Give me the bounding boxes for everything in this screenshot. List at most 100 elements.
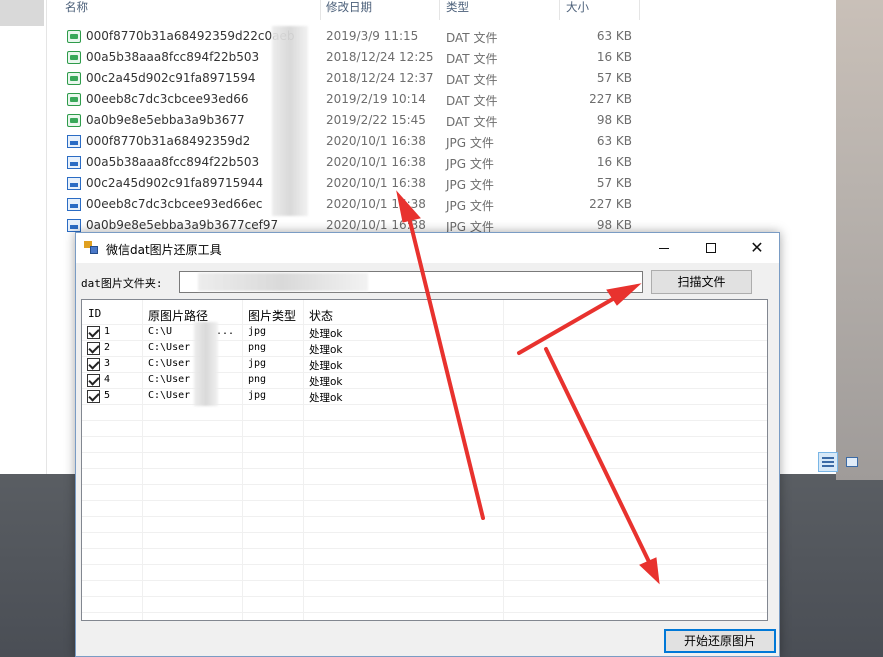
navigation-pane[interactable]: [0, 0, 47, 474]
file-row[interactable]: 00c2a45d902c91fa8971594 2018/12/24 12:37 D…: [63, 68, 640, 89]
row-status: 处理ok: [309, 360, 343, 372]
file-name: 000f8770b31a68492359d22c0aeb: [86, 29, 295, 43]
row-checkbox[interactable]: [87, 374, 100, 387]
file-type: DAT 文件: [446, 31, 498, 45]
grid-header-type[interactable]: 图片类型: [248, 307, 296, 324]
file-size: 57 KB: [596, 71, 632, 85]
grid-row-line: [82, 612, 767, 613]
grid-row-line: [82, 548, 767, 549]
file-date: 2019/2/22 15:45: [326, 113, 426, 127]
column-header-date[interactable]: 修改日期: [326, 0, 372, 20]
results-grid[interactable]: ID 原图片路径 图片类型 状态 1 C:\U... jpg 处理ok 2 C:\User…: [81, 299, 768, 621]
start-restore-button[interactable]: 开始还原图片: [664, 629, 776, 653]
column-header-size[interactable]: 大小: [566, 0, 589, 20]
file-row[interactable]: 00eeb8c7dc3cbcee93ed66 2019/2/19 10:14 DAT…: [63, 89, 640, 110]
maximize-button[interactable]: [688, 233, 734, 263]
dat-file-icon: [67, 114, 81, 127]
grid-row-line: [82, 596, 767, 597]
file-date: 2020/10/1 16:38: [326, 134, 426, 148]
file-name: 000f8770b31a68492359d2: [86, 134, 251, 148]
grid-row[interactable]: 2 C:\User png 处理ok: [82, 340, 767, 356]
file-date: 2020/10/1 16:38: [326, 218, 426, 232]
row-type: jpg: [248, 358, 267, 369]
file-size: 63 KB: [596, 134, 632, 148]
grid-row-line: [82, 500, 767, 501]
grid-row-line: [82, 564, 767, 565]
large-icons-view-button[interactable]: [842, 452, 862, 472]
grid-header-id[interactable]: ID: [88, 307, 101, 320]
row-type: png: [248, 342, 267, 353]
file-date: 2020/10/1 16:38: [326, 197, 426, 211]
minimize-icon: [659, 248, 669, 249]
row-status: 处理ok: [309, 376, 343, 388]
title-bar[interactable]: 微信dat图片还原工具 ✕: [76, 233, 779, 263]
file-row[interactable]: 00eeb8c7dc3cbcee93ed66ec 2020/10/1 16:38 J…: [63, 194, 640, 215]
row-status: 处理ok: [309, 392, 343, 404]
file-type: JPG 文件: [446, 136, 494, 150]
file-row[interactable]: 00c2a45d902c91fa89715944 2020/10/1 16:38 J…: [63, 173, 640, 194]
grid-row[interactable]: 4 C:\User png 处理ok: [82, 372, 767, 388]
privacy-blur: [272, 26, 308, 216]
large-icons-view-icon: [846, 457, 858, 467]
dat-restore-tool-window: 微信dat图片还原工具 ✕ dat图片文件夹: 扫描文件 ID 原图片路径 图片…: [75, 232, 780, 657]
file-size: 98 KB: [596, 113, 632, 127]
desktop-wallpaper-edge: [836, 0, 883, 480]
file-row[interactable]: 000f8770b31a68492359d22c0aeb 2019/3/9 11:…: [63, 26, 640, 47]
row-path: C:\User: [148, 390, 191, 401]
file-type: DAT 文件: [446, 73, 498, 87]
jpg-file-icon: [67, 177, 81, 190]
scan-files-button[interactable]: 扫描文件: [651, 270, 752, 294]
row-status: 处理ok: [309, 328, 343, 340]
details-view-button[interactable]: [818, 452, 838, 472]
row-checkbox[interactable]: [87, 358, 100, 371]
file-size: 63 KB: [596, 29, 632, 43]
privacy-blur: [198, 273, 368, 291]
file-name: 00eeb8c7dc3cbcee93ed66: [86, 92, 249, 106]
file-date: 2020/10/1 16:38: [326, 176, 426, 190]
row-status: 处理ok: [309, 344, 343, 356]
grid-row[interactable]: 3 C:\User jpg 处理ok: [82, 356, 767, 372]
grid-row-line: [82, 532, 767, 533]
grid-row[interactable]: 1 C:\U... jpg 处理ok: [82, 324, 767, 340]
grid-row-line: [82, 420, 767, 421]
file-name: 00eeb8c7dc3cbcee93ed66ec: [86, 197, 263, 211]
file-type: JPG 文件: [446, 199, 494, 213]
column-divider[interactable]: [559, 0, 560, 20]
row-id: 1: [104, 326, 111, 337]
file-type: JPG 文件: [446, 178, 494, 192]
row-id: 5: [104, 390, 111, 401]
row-checkbox[interactable]: [87, 342, 100, 355]
grid-header-status[interactable]: 状态: [309, 307, 333, 324]
close-icon: ✕: [750, 238, 764, 257]
minimize-button[interactable]: [641, 233, 687, 263]
column-divider[interactable]: [439, 0, 440, 20]
grid-row[interactable]: 5 C:\User jpg 处理ok: [82, 388, 767, 404]
jpg-file-icon: [67, 219, 81, 232]
row-checkbox[interactable]: [87, 390, 100, 403]
row-type: jpg: [248, 326, 267, 337]
file-row[interactable]: 00a5b38aaa8fcc894f22b503 2020/10/1 16:38 J…: [63, 152, 640, 173]
grid-row-line: [82, 516, 767, 517]
grid-row-line: [82, 404, 767, 405]
file-date: 2018/12/24 12:37: [326, 71, 434, 85]
column-divider[interactable]: [320, 0, 321, 20]
column-header-name[interactable]: 名称: [65, 0, 88, 20]
file-row[interactable]: 00a5b38aaa8fcc894f22b503 2018/12/24 12:25…: [63, 47, 640, 68]
close-button[interactable]: ✕: [734, 233, 780, 263]
column-header-type[interactable]: 类型: [446, 0, 469, 20]
file-type: DAT 文件: [446, 115, 498, 129]
nav-selected-item[interactable]: [0, 0, 44, 26]
file-row[interactable]: 0a0b9e8e5ebba3a9b3677 2019/2/22 15:45 DAT …: [63, 110, 640, 131]
file-date: 2019/3/9 11:15: [326, 29, 419, 43]
dat-file-icon: [67, 72, 81, 85]
row-path: C:\User: [148, 358, 191, 369]
column-divider[interactable]: [639, 0, 640, 20]
file-type: JPG 文件: [446, 157, 494, 171]
file-date: 2019/2/19 10:14: [326, 92, 426, 106]
file-row[interactable]: 000f8770b31a68492359d2 2020/10/1 16:38 JPG…: [63, 131, 640, 152]
file-name: 00a5b38aaa8fcc894f22b503: [86, 50, 260, 64]
row-checkbox[interactable]: [87, 326, 100, 339]
file-name: 0a0b9e8e5ebba3a9b3677cef97: [86, 218, 279, 232]
maximize-icon: [706, 243, 716, 253]
row-type: jpg: [248, 390, 267, 401]
